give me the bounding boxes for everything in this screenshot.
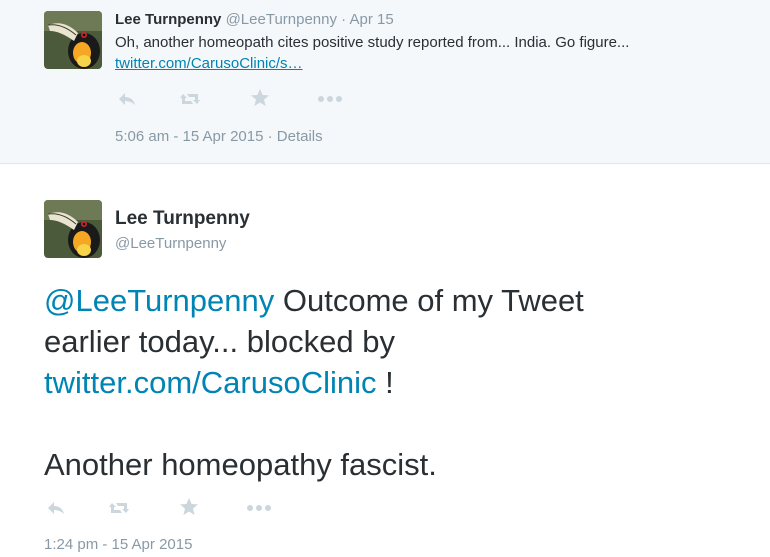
- retweet-icon[interactable]: [108, 499, 129, 517]
- reply-icon[interactable]: [46, 499, 66, 517]
- author-handle[interactable]: @LeeTurnpenny: [115, 235, 226, 252]
- tweet-text-line: @LeeTurnpenny Outcome of my Tweet: [44, 280, 744, 321]
- meta-separator: ·: [267, 128, 273, 145]
- retweet-icon[interactable]: [179, 90, 200, 108]
- more-icon[interactable]: [246, 499, 271, 517]
- tweet-text-line: Another homeopathy fascist.: [44, 447, 437, 482]
- tweet-text: Oh, another homeopath cites positive stu…: [115, 34, 630, 51]
- mention-link[interactable]: @LeeTurnpenny: [44, 283, 274, 318]
- avatar[interactable]: [44, 200, 102, 258]
- tweet-text-line: twitter.com/CarusoClinic !: [44, 362, 744, 403]
- tweet-header: Lee Turnpenny @LeeTurnpenny · Apr 15: [115, 11, 394, 28]
- details-link[interactable]: Details: [277, 128, 323, 145]
- author-handle[interactable]: @LeeTurnpenny: [226, 11, 337, 28]
- tweet-date[interactable]: Apr 15: [350, 11, 394, 28]
- tweet-text-line: earlier today... blocked by: [44, 324, 395, 359]
- tweet-text: @LeeTurnpenny Outcome of my Tweet earlie…: [44, 280, 744, 485]
- more-icon[interactable]: [317, 90, 342, 108]
- parent-tweet[interactable]: Lee Turnpenny @LeeTurnpenny · Apr 15 Oh,…: [0, 0, 770, 164]
- author-name[interactable]: Lee Turnpenny: [115, 11, 221, 28]
- tweet-timestamp[interactable]: 5:06 am - 15 Apr 2015: [115, 128, 263, 145]
- author-name[interactable]: Lee Turnpenny: [115, 208, 250, 230]
- favorite-icon[interactable]: [250, 88, 270, 106]
- avatar[interactable]: [44, 11, 102, 69]
- header-separator: ·: [341, 11, 347, 28]
- tweet-timestamp[interactable]: 1:24 pm - 15 Apr 2015: [44, 536, 192, 553]
- tweet-link[interactable]: twitter.com/CarusoClinic/s…: [115, 55, 303, 72]
- toucan-avatar-image: [44, 11, 102, 69]
- reply-icon[interactable]: [117, 90, 137, 108]
- toucan-avatar-image: [44, 200, 102, 258]
- tweet-text-fragment: Outcome of my Tweet: [274, 283, 584, 318]
- tweet-text-fragment: !: [376, 365, 394, 400]
- tweet-link[interactable]: twitter.com/CarusoClinic: [44, 365, 376, 400]
- favorite-icon[interactable]: [179, 497, 199, 515]
- tweet-meta: 5:06 am - 15 Apr 2015 · Details: [115, 128, 323, 145]
